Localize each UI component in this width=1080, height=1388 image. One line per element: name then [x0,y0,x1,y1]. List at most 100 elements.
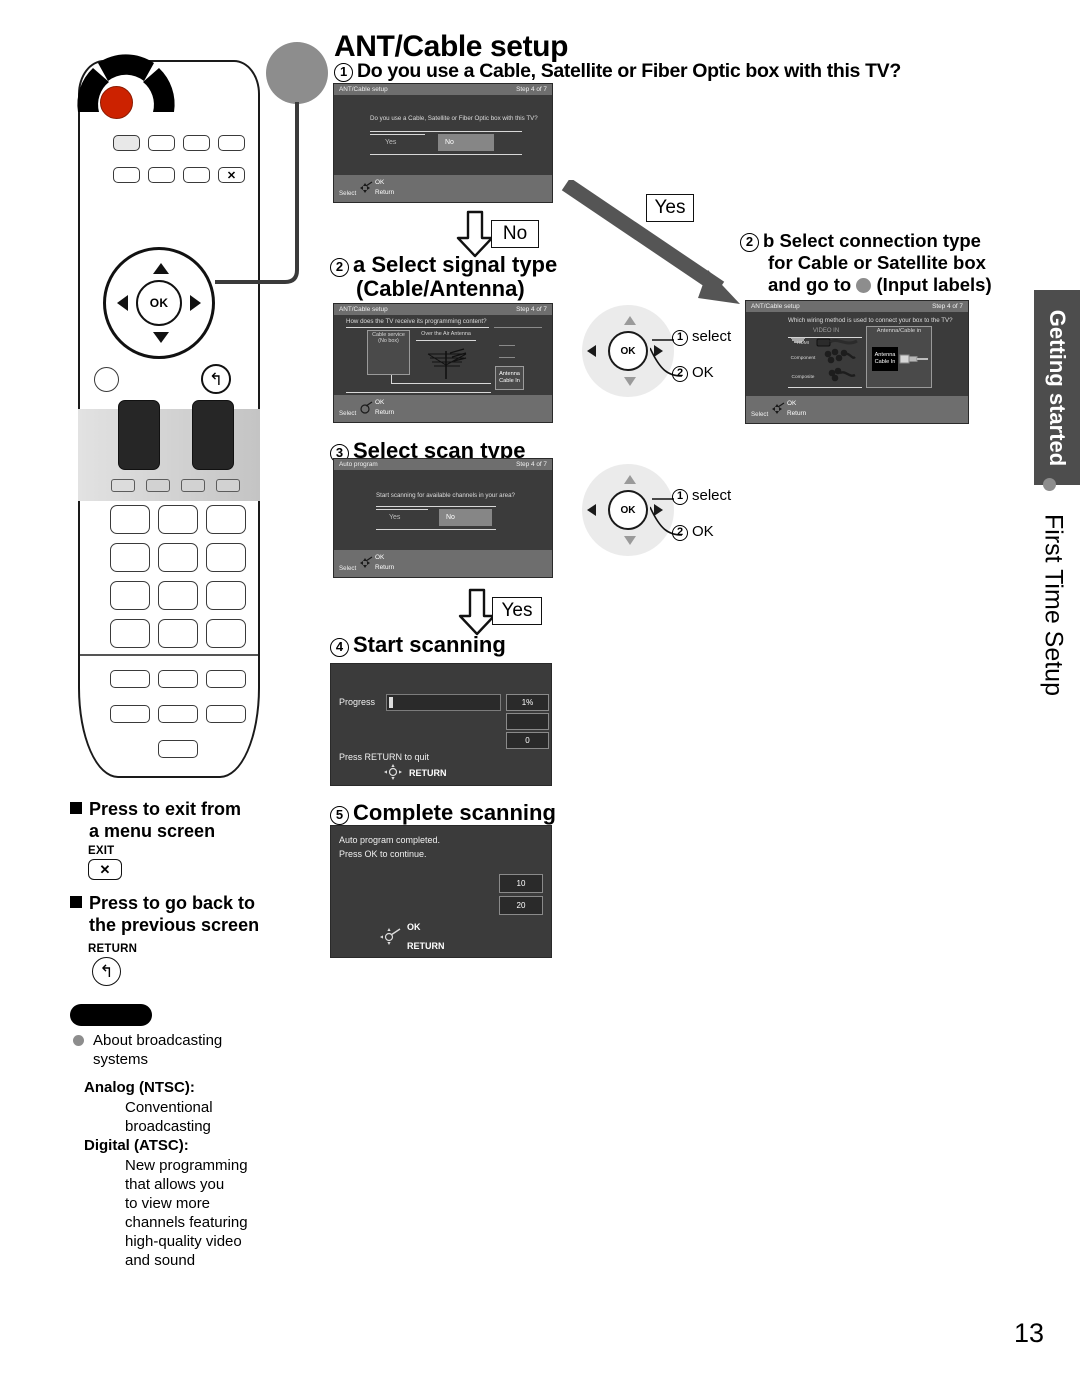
return-instruction-line1: Press to go back to [89,893,256,913]
step-4-heading: 4 Start scanning [330,632,506,658]
return-key-label: RETURN [88,943,138,955]
tv-screen-step: Step 4 of 7 [516,461,547,468]
tv-option-yes[interactable]: Yes [382,509,434,526]
remote-button [158,670,198,688]
select-text: select [692,487,732,504]
note-analog-desc-2: broadcasting [125,1118,211,1135]
tv-question: How does the TV receive its programming … [346,318,487,325]
side-label-bullet-icon [1043,478,1056,491]
step-2b-heading: 2b Select connection type for Cable or S… [740,230,992,296]
dpad-ok-button: OK [608,490,648,530]
remote-dpad-arc [77,54,175,112]
dpad-small-icon [772,402,785,414]
dpad-small-icon [360,181,373,193]
channel-count-value: 0 [506,732,549,749]
tv-footer-return: Return [787,410,807,417]
progress-bar [386,694,501,711]
tv-option-antenna-label: Over the Air Antenna [421,331,471,337]
ok-text: OK [692,523,714,540]
remote-exit-button: ✕ [218,167,245,183]
tv-footer-return: Return [375,189,395,196]
remote-button [148,167,175,183]
dpad-down-icon [153,332,169,343]
note-heading-line1: About broadcasting [93,1032,223,1049]
page-title: ANT/Cable setup [334,30,569,63]
flow-arrow-down-1 [456,210,494,258]
step-4-text: Start scanning [353,632,506,657]
remote-number-key [158,505,198,534]
step-number: 2 [740,233,759,252]
remote-button [110,670,150,688]
remote-number-key [158,581,198,610]
antenna-icon [427,348,467,379]
complete-value-2: 20 [499,896,543,915]
return-instruction-line2: the previous screen [89,915,260,935]
tv-option-yes[interactable]: Yes [378,134,433,151]
step-5-heading: 5 Complete scanning [330,800,556,826]
step-2b-line1: Select connection type [779,230,981,251]
note-digital-desc-4: channels featuring [125,1214,248,1231]
remote-divider [80,654,258,656]
remote-control-illustration: ✕ OK ↰ [70,42,330,782]
dpad-small-icon [360,556,373,568]
exit-instruction: Press to exit from a menu screen [70,798,241,842]
secondary-value [506,713,549,730]
hdmi-port-icon [791,337,805,343]
note-analog-desc-1: Conventional [125,1099,213,1116]
tv-question: Start scanning for available channels in… [376,492,515,499]
step-2b-suffix: b [763,230,775,251]
dpad-down-icon [624,536,636,545]
ok-text: OK [692,364,714,381]
tv-screen-step4-scanning: Progress 1% 0 Press RETURN to quit RETUR… [330,663,552,786]
tv-footer-select: Select [751,411,769,418]
step-2a-line1: Select signal type [371,252,558,277]
tv-footer-select: Select [339,190,357,197]
exit-instruction-line2: a menu screen [89,821,216,841]
tv-footer-select: Select [339,565,357,572]
note-digital-term: Digital (ATSC): [84,1137,189,1154]
select-text: select [692,328,732,345]
tv-screen-step3: Auto program Step 4 of 7 Start scanning … [333,458,553,578]
tv-antenna-cable-in-jack: Antenna Cable In [495,366,524,390]
dpad-small-icon [360,401,373,414]
note-digital-desc-2: that allows you [125,1176,225,1193]
tv-screen-step1: ANT/Cable setup Step 4 of 7 Do you use a… [333,83,553,203]
jack-label-1: Antenna [874,352,896,358]
remote-number-key [158,543,198,572]
remote-number-key [158,619,198,648]
tv-input-component[interactable]: Component [782,356,824,361]
dpad-up-icon [624,475,636,484]
section-tab: Getting started [1034,290,1080,485]
step-1-text: Do you use a Cable, Satellite or Fiber O… [357,60,901,82]
remote-number-key [110,581,150,610]
note-digital-desc-3: to view more [125,1195,211,1212]
remote-button [206,670,246,688]
tv-footer-ok: OK [375,399,385,406]
tv-option-no[interactable]: No [438,134,494,151]
tv-footer: Select OK Return [334,175,552,202]
tv-screen-step2a: ANT/Cable setup Step 4 of 7 How does the… [333,303,553,423]
ok-step-number: 2 [672,366,688,382]
dpad-left-icon [587,345,596,357]
remote-volume-rocker [118,400,160,470]
side-subsection-label: First Time Setup [1038,500,1068,710]
complete-return-hint: RETURN [407,941,445,951]
bullet-square-icon [70,802,82,814]
flow-label-yes-top: Yes [646,194,694,222]
complete-value-1: 10 [499,874,543,893]
remote-number-key [206,505,246,534]
step-number: 5 [330,806,349,825]
dpad-select-label-1: 1 select [672,328,731,346]
tv-screen-step5-complete: Auto program completed. Press OK to cont… [330,825,552,958]
note-flag-banner [70,1004,152,1026]
tv-screen-titlebar: ANT/Cable setup Step 4 of 7 [746,301,968,312]
return-instruction: Press to go back to the previous screen [70,892,259,936]
step-number: 4 [330,638,349,657]
tv-footer-ok: OK [375,554,385,561]
remote-return-button: ↰ [201,364,231,394]
tv-option-no[interactable]: No [439,509,492,526]
tv-screen-step: Step 4 of 7 [516,86,547,93]
tv-question: Do you use a Cable, Satellite or Fiber O… [370,115,538,122]
tv-input-composite[interactable]: Composite [782,375,824,380]
note-heading-line2: systems [93,1051,149,1068]
